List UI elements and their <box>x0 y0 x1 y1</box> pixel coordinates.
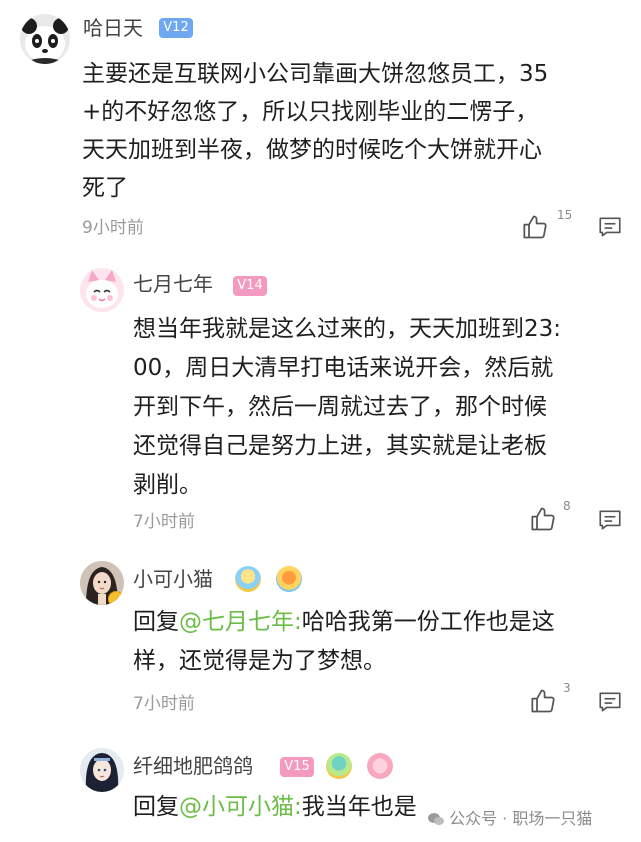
medal-badge-icon <box>326 753 352 779</box>
comment-text-line: 样，还觉得是为了梦想。 <box>133 648 386 674</box>
reply-text: 回复@小可小猫:我当年也是 <box>133 788 417 827</box>
thumbs-up-icon <box>531 507 555 531</box>
like-button[interactable]: 8 <box>530 499 580 535</box>
trophy-badge-icon <box>276 566 302 592</box>
timestamp: 7小时前 <box>133 512 195 532</box>
reply-button[interactable] <box>597 507 625 535</box>
comment-text-line: 主要还是互联网小公司靠画大饼忽悠员工，35 <box>82 61 549 87</box>
wechat-icon <box>428 811 444 825</box>
comment-text-line: 哈哈我第一份工作也是这 <box>301 609 555 635</box>
avatar-anime[interactable] <box>80 748 124 792</box>
comment-icon <box>599 692 621 712</box>
mention-link[interactable]: @七月七年: <box>179 609 302 635</box>
like-button[interactable]: 15 <box>522 208 573 243</box>
coin-decoration <box>108 591 124 605</box>
comment-text-line: 天天加班到半夜，做梦的时候吃个大饼就开心 <box>82 137 542 163</box>
anime-avatar-image <box>80 748 124 792</box>
watermark-text: 公众号 · 职场一只猫 <box>449 809 593 828</box>
like-count: 8 <box>563 499 571 513</box>
username[interactable]: 纤细地肥鸽鸽 <box>133 752 253 780</box>
timestamp: 9小时前 <box>82 218 144 238</box>
watermark: 公众号 · 职场一只猫 <box>428 805 592 829</box>
level-badge: V15 <box>280 757 314 777</box>
comment-text-line: 剥削。 <box>133 472 202 498</box>
level-badge: V14 <box>233 276 267 296</box>
comment-text-line: 00，周日大清早打电话来说开会，然后就 <box>133 355 554 381</box>
timestamp: 7小时前 <box>133 694 195 714</box>
comment-1: 哈日天 V12 主要还是互联网小公司靠画大饼忽悠员工，35 +的不好忽悠了，所以… <box>0 0 641 250</box>
comment-text-line: 我当年也是 <box>301 794 417 820</box>
panda-avatar-image <box>20 14 70 64</box>
mention-link[interactable]: @小可小猫: <box>179 794 302 820</box>
comment-icon <box>599 217 621 237</box>
avatar-girl[interactable] <box>80 561 124 605</box>
comment-text-line: 还觉得自己是努力上进，其实就是让老板 <box>133 433 547 459</box>
like-count: 15 <box>557 208 573 222</box>
like-count: 3 <box>563 681 571 695</box>
comment-text-line: 死了 <box>82 175 128 201</box>
like-button[interactable]: 3 <box>530 681 580 717</box>
reply-text: 回复@七月七年:哈哈我第一份工作也是这 <box>133 603 555 642</box>
reply-button[interactable] <box>597 689 625 717</box>
thumbs-up-icon <box>531 689 555 713</box>
comment-3: 小可小猫 回复@七月七年:哈哈我第一份工作也是这 样，还觉得是为了梦想。 7小时… <box>0 555 641 735</box>
reply-prefix: 回复 <box>133 794 179 820</box>
avatar-cat[interactable] <box>80 268 124 312</box>
reply-button[interactable] <box>597 214 625 242</box>
comment-text-line: 想当年我就是这么过来的，天天加班到23: <box>133 316 562 342</box>
username[interactable]: 七月七年 <box>133 270 213 298</box>
thumbs-up-icon <box>523 215 547 239</box>
username[interactable]: 小可小猫 <box>133 565 213 593</box>
cat-avatar-image <box>80 268 124 312</box>
comment-text-line: 开到下午，然后一周就过去了，那个时候 <box>133 394 547 420</box>
flower-badge-icon <box>367 753 393 779</box>
comment-4: 纤细地肥鸽鸽 V15 回复@小可小猫:我当年也是 公众号 · 职场一只猫 <box>0 740 641 842</box>
comment-2: 七月七年 V14 想当年我就是这么过来的，天天加班到23: 00，周日大清早打电… <box>0 262 641 542</box>
level-badge: V12 <box>159 18 193 38</box>
reply-prefix: 回复 <box>133 609 179 635</box>
username[interactable]: 哈日天 <box>83 14 143 42</box>
comment-icon <box>599 510 621 530</box>
medal-badge-icon <box>235 566 261 592</box>
comment-text-line: +的不好忽悠了，所以只找刚毕业的二愣子， <box>82 99 539 125</box>
avatar-panda[interactable] <box>20 14 70 64</box>
